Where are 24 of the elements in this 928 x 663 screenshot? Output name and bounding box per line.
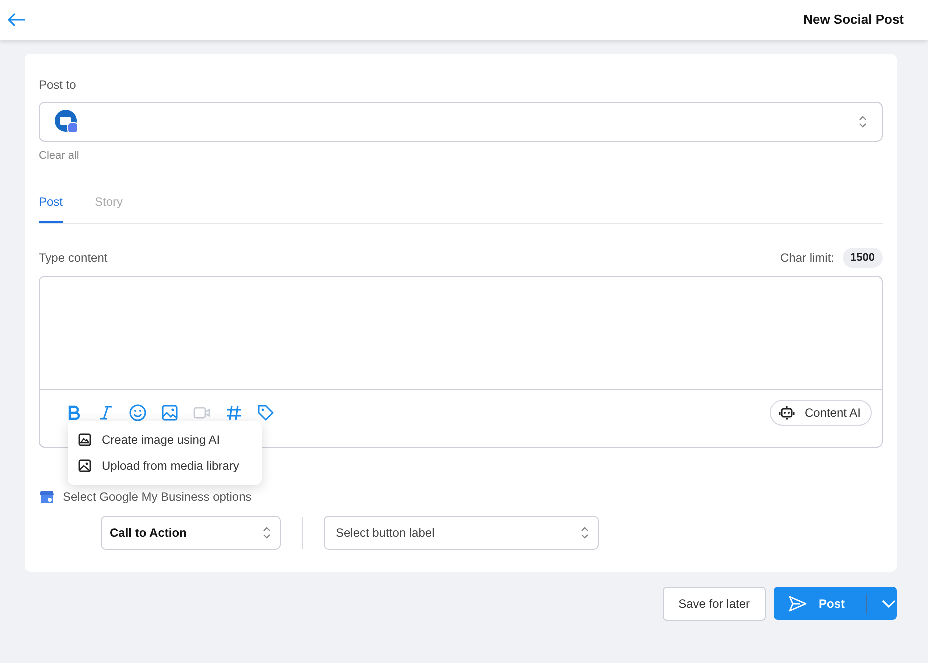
account-avatar-icon bbox=[54, 109, 80, 135]
ai-image-icon bbox=[78, 433, 92, 447]
post-to-label: Post to bbox=[39, 77, 78, 94]
robot-icon bbox=[778, 405, 795, 421]
page-title: New Social Post bbox=[804, 11, 904, 30]
content-ai-button[interactable]: Content AI bbox=[770, 400, 872, 426]
image-icon bbox=[78, 459, 92, 473]
send-icon bbox=[789, 596, 807, 612]
select-chevron-icon bbox=[580, 526, 590, 540]
select-chevron-icon bbox=[858, 115, 868, 129]
save-for-later-button[interactable]: Save for later bbox=[662, 587, 766, 621]
select-chevron-icon bbox=[262, 526, 272, 540]
store-icon bbox=[39, 490, 55, 504]
button-label-select[interactable]: Select button label bbox=[324, 516, 599, 550]
back-arrow-icon[interactable] bbox=[8, 13, 26, 27]
menu-item[interactable]: Upload from media library bbox=[68, 453, 262, 479]
char-limit-count: 1500 bbox=[842, 248, 883, 268]
clear-all-link[interactable]: Clear all bbox=[39, 150, 80, 162]
char-limit-label: Char limit: bbox=[780, 250, 835, 267]
chevron-down-icon[interactable] bbox=[882, 600, 896, 608]
content-label: Type content bbox=[39, 250, 108, 267]
gmb-options-label: Select Google My Business options bbox=[63, 489, 252, 506]
tab[interactable]: Post bbox=[39, 192, 64, 222]
call-to-action-select[interactable]: Call to Action bbox=[101, 516, 281, 550]
